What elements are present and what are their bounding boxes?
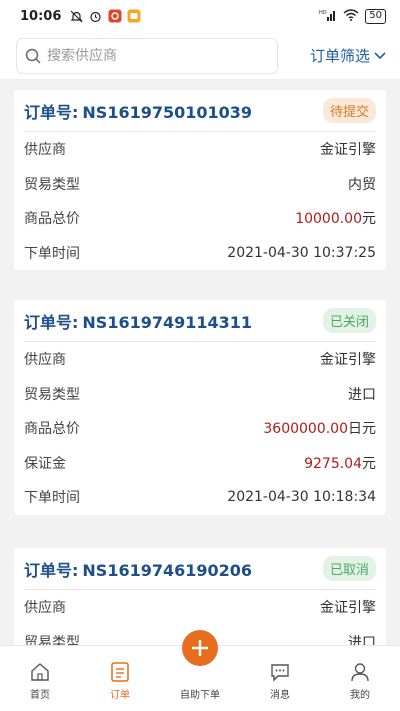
order-number-label: 订单号:	[24, 312, 79, 332]
system-status: HD 50	[319, 8, 386, 24]
status-time: 10:06	[20, 8, 62, 24]
search-box[interactable]	[16, 37, 278, 74]
order-filter-label: 订单筛选	[309, 47, 370, 65]
self-order-add-button[interactable]	[182, 630, 218, 666]
order-number-label: 订单号:	[24, 560, 79, 580]
order-list-icon	[111, 662, 129, 682]
trade-type-label: 贸易类型	[24, 386, 80, 403]
alarm-icon	[88, 9, 103, 24]
battery-icon: 50	[365, 8, 386, 24]
supplier-row: 供应商 金证引擎	[24, 342, 376, 377]
tab-home-label: 首页	[30, 690, 50, 701]
deposit-unit: 元	[362, 455, 376, 472]
order-filter-button[interactable]: 订单筛选	[310, 45, 392, 66]
message-icon	[271, 664, 289, 682]
supplier-label: 供应商	[24, 352, 66, 369]
app-notification-icon	[126, 9, 141, 24]
order-number: 订单号: NS1619746190206	[24, 557, 252, 581]
tab-orders-label: 订单	[110, 690, 130, 701]
order-card-header: 订单号: NS1619749114311 已关闭	[24, 300, 376, 342]
trade-type-row: 贸易类型 进口	[24, 377, 376, 412]
svg-text:HD: HD	[319, 10, 327, 16]
total-price-label: 商品总价	[24, 211, 80, 228]
trade-type-label: 贸易类型	[24, 176, 80, 193]
supplier-row: 供应商 金证引擎	[24, 132, 376, 167]
deposit-amount: 9275.04	[304, 455, 362, 472]
order-time-row: 下单时间 2021-04-30 10:18:34	[24, 480, 376, 515]
deposit-value: 9275.04元	[304, 453, 376, 473]
supplier-value: 金证引擎	[320, 352, 376, 369]
tab-mine[interactable]: 我的	[320, 646, 400, 711]
wifi-icon	[343, 8, 359, 24]
order-number: 订单号: NS1619749114311	[24, 309, 252, 333]
total-price-value: 3600000.00日元	[263, 418, 376, 438]
supplier-value: 金证引擎	[320, 142, 376, 159]
status-badge: 已取消	[322, 556, 376, 581]
supplier-value: 金证引擎	[320, 600, 376, 617]
tab-orders[interactable]: 订单	[80, 646, 160, 711]
search-header: 订单筛选	[0, 32, 400, 80]
status-bar: 10:06 HD 50	[0, 0, 400, 32]
order-time-row: 下单时间 2021-04-30 10:37:25	[24, 236, 376, 271]
order-time-value: 2021-04-30 10:37:25	[227, 244, 376, 261]
user-icon	[351, 663, 369, 682]
total-price-unit: 日元	[348, 421, 376, 438]
mute-bell-icon	[69, 9, 84, 24]
total-price-row: 商品总价 10000.00元	[24, 201, 376, 236]
trade-type-value: 内贸	[348, 176, 376, 193]
order-number: 订单号: NS1619750101039	[24, 99, 252, 123]
total-price-label: 商品总价	[24, 421, 80, 438]
chevron-down-icon	[374, 51, 386, 59]
order-time-value: 2021-04-30 10:18:34	[227, 489, 376, 506]
trade-type-value: 进口	[348, 386, 376, 403]
total-price-value: 10000.00元	[295, 208, 376, 228]
order-number-value: NS1619750101039	[82, 102, 253, 122]
tab-messages-label: 消息	[270, 690, 290, 701]
order-number-label: 订单号:	[24, 102, 79, 122]
status-badge: 待提交	[322, 98, 376, 123]
order-list[interactable]: 订单号: NS1619750101039 待提交 供应商 金证引擎 贸易类型 内贸…	[0, 80, 400, 645]
trade-type-row: 贸易类型 内贸	[24, 167, 376, 202]
status-badge: 已关闭	[322, 308, 376, 333]
tab-self-order-label: 自助下单	[180, 690, 220, 701]
total-price-row: 商品总价 3600000.00日元	[24, 411, 376, 446]
plus-icon	[192, 640, 208, 656]
deposit-row: 保证金 9275.04元	[24, 446, 376, 481]
order-time-label: 下单时间	[24, 245, 80, 262]
order-card-header: 订单号: NS1619746190206 已取消	[24, 548, 376, 590]
order-number-value: NS1619749114311	[82, 312, 253, 332]
total-price-amount: 10000.00	[295, 211, 362, 228]
signal-icon: HD	[319, 9, 337, 24]
deposit-label: 保证金	[24, 455, 66, 472]
supplier-label: 供应商	[24, 600, 66, 617]
search-input[interactable]	[47, 47, 247, 64]
trade-type-label: 贸易类型	[24, 634, 80, 645]
app-notification-icon	[107, 9, 122, 24]
home-icon	[31, 663, 49, 681]
supplier-row: 供应商 金证引擎	[24, 590, 376, 625]
notification-icons	[69, 9, 141, 24]
supplier-label: 供应商	[24, 142, 66, 159]
tab-mine-label: 我的	[350, 690, 370, 701]
order-time-label: 下单时间	[24, 490, 80, 507]
search-icon	[25, 48, 41, 64]
order-card[interactable]: 订单号: NS1619749114311 已关闭 供应商 金证引擎 贸易类型 进口…	[14, 300, 386, 515]
trade-type-value: 进口	[348, 634, 376, 645]
tab-messages[interactable]: 消息	[240, 646, 320, 711]
order-number-value: NS1619746190206	[82, 560, 253, 580]
total-price-amount: 3600000.00	[263, 421, 348, 438]
total-price-unit: 元	[362, 211, 376, 228]
tab-home[interactable]: 首页	[0, 646, 80, 711]
order-card[interactable]: 订单号: NS1619750101039 待提交 供应商 金证引擎 贸易类型 内贸…	[14, 90, 386, 270]
order-card-header: 订单号: NS1619750101039 待提交	[24, 90, 376, 132]
